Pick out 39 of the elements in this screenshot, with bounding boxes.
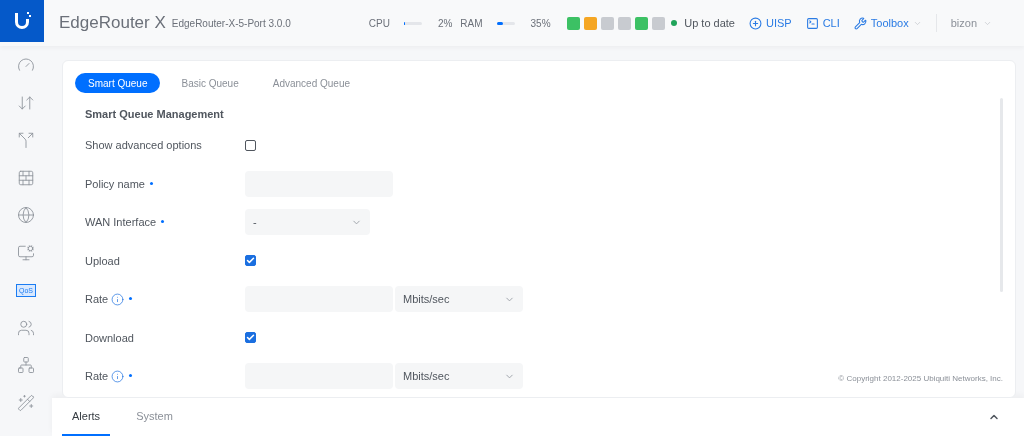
field-label: WAN Interface [85,216,245,229]
checkbox[interactable] [245,139,256,151]
info-icon[interactable] [111,292,125,306]
checkbox[interactable] [245,332,256,344]
panel-tab[interactable]: Alerts [62,398,111,436]
sidebar-item[interactable] [15,204,37,226]
panel-tab[interactable]: System [126,398,183,436]
terminal-icon [805,16,819,30]
unit-select[interactable]: Mbits/sec [395,286,523,313]
copyright-text: © Copyright 2012-2025 Ubiquiti Networks, Inc. [838,374,1003,383]
update-status: Up to date [671,17,735,29]
meter-reading: 2% [437,17,453,29]
plus-circle-icon [748,16,762,30]
meter-reading: 35% [530,17,551,29]
field-label: Rate [85,292,245,306]
field-label: Upload [85,254,121,267]
meter-label: CPU [368,17,390,29]
queue-tab[interactable]: Smart Queue [75,73,161,93]
header-link[interactable]: CLI [805,16,840,30]
product-name: EdgeRouter X [59,13,166,33]
field-label: Show advanced options [85,139,203,152]
sidebar-item[interactable] [15,354,37,376]
header-link[interactable]: UISP [748,16,792,30]
field-label: Policy name [85,177,245,190]
user-menu[interactable]: bizon [950,17,992,29]
model-name: EdgeRouter-X-5-Port 3.0.0 [171,17,291,29]
header-link[interactable]: Toolbox [853,16,922,30]
checkbox[interactable] [245,255,256,267]
wrench-icon [853,16,867,30]
meter-label: RAM [460,17,483,29]
queue-tab[interactable]: Basic Queue [168,73,252,93]
info-icon[interactable] [111,369,125,383]
field-label: Download [85,331,135,344]
field-label: Rate [85,369,245,383]
unit-select[interactable]: Mbits/sec [395,363,523,390]
section-title: Smart Queue Management [85,108,225,120]
queue-tab[interactable]: Advanced Queue [259,73,364,93]
meter-track [496,21,515,25]
select-field[interactable]: - [245,209,370,236]
